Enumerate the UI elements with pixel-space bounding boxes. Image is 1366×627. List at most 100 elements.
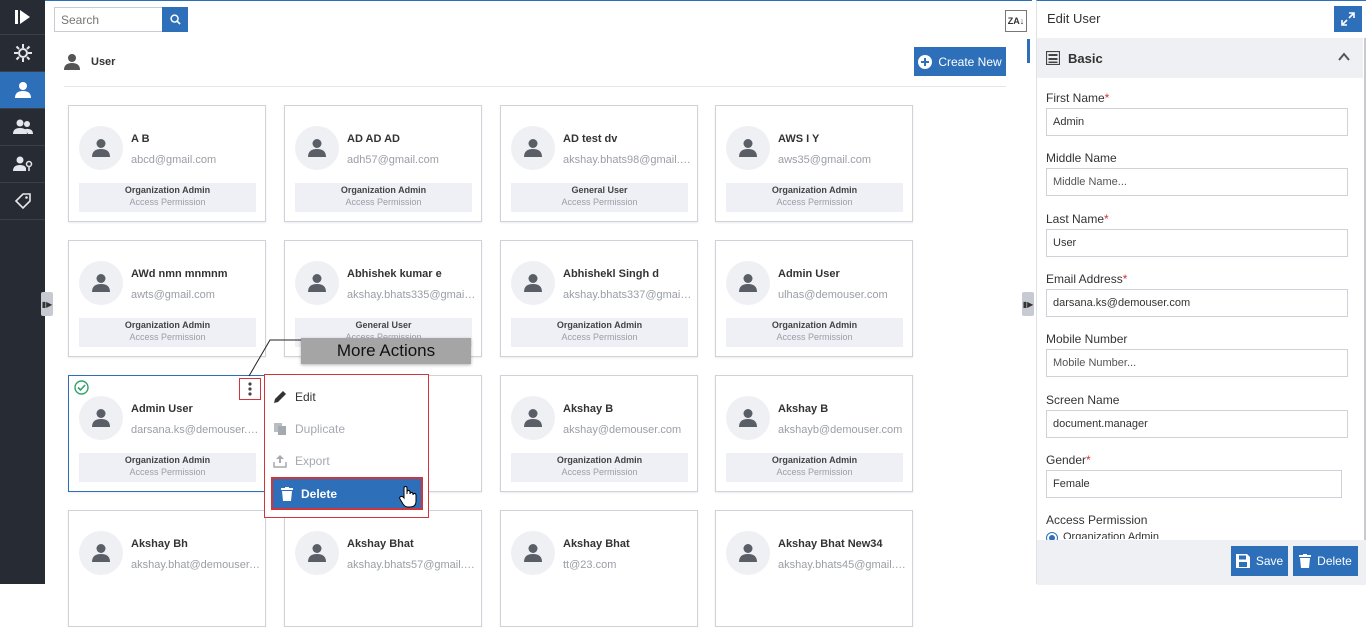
create-new-label: Create New — [938, 54, 1002, 69]
left-sidebar — [0, 0, 45, 584]
save-icon — [1235, 554, 1250, 568]
scrollbar[interactable] — [1027, 39, 1030, 63]
trash-icon — [1299, 554, 1312, 568]
role-badge: Organization Admin Access Permission — [726, 183, 903, 212]
delete-button[interactable]: Delete — [1293, 546, 1358, 576]
user-name: Akshay Bhat — [563, 538, 630, 550]
field-input[interactable] — [1046, 289, 1348, 317]
user-email: akshay.bhats337@gmail.com — [563, 289, 693, 301]
user-name: AWd nmn mnmnm — [131, 268, 228, 280]
avatar-user-icon — [524, 409, 542, 427]
collapse-sidebar-toggle[interactable]: ▮▶ — [41, 292, 53, 316]
access-label: Access Permission — [129, 332, 206, 342]
user-card[interactable]: AD AD AD adh57@gmail.com Organization Admi… — [284, 105, 482, 222]
user-card[interactable]: AWd nmn mnmnm awts@gmail.com Organization … — [68, 240, 266, 357]
avatar-user-icon — [739, 139, 757, 157]
field-label-text: Last Name — [1046, 212, 1105, 226]
role-label: General User — [571, 185, 628, 195]
role-label: Organization Admin — [124, 455, 211, 465]
user-card[interactable]: Abhishekl Singh d akshay.bhats337@gmail.c… — [500, 240, 698, 357]
save-label: Save — [1255, 554, 1284, 568]
search-button[interactable] — [162, 7, 188, 32]
field-label: Mobile Number — [1046, 332, 1127, 346]
users-icon[interactable] — [0, 109, 45, 146]
save-button[interactable]: Save — [1231, 546, 1288, 576]
user-card[interactable]: Akshay Bhat akshay.bhats57@gmail.com — [284, 510, 482, 627]
user-email: akshay.bhat@demouser.com — [131, 559, 261, 571]
role-badge: Organization Admin Access Permission — [726, 453, 903, 482]
avatar-user-icon — [308, 544, 326, 562]
user-card[interactable]: Admin User darsana.ks@demouser.com Organiz… — [68, 375, 266, 492]
create-new-button[interactable]: Create New — [914, 47, 1006, 76]
user-icon[interactable] — [0, 72, 45, 109]
export-icon — [273, 455, 287, 468]
role-label: Organization Admin — [124, 185, 211, 195]
field-input[interactable] — [1046, 108, 1348, 136]
avatar — [295, 126, 339, 170]
field-label: First Name* — [1046, 91, 1109, 105]
avatar — [79, 396, 123, 440]
access-label: Access Permission — [776, 197, 853, 207]
user-card[interactable]: Akshay B akshayb@demouser.com Organization… — [715, 375, 913, 492]
avatar-user-icon — [524, 139, 542, 157]
logo-icon[interactable] — [0, 0, 45, 35]
menu-item-duplicate[interactable]: Duplicate — [273, 415, 345, 443]
role-label: Organization Admin — [556, 320, 643, 330]
collapse-arrow-icon: ▮▶ — [41, 299, 53, 309]
edit-user-panel: Edit User Basic First Name*Middle NameLa… — [1036, 0, 1366, 585]
menu-item-delete[interactable]: Delete — [271, 477, 423, 510]
avatar — [511, 531, 555, 575]
section-title: Basic — [1068, 50, 1103, 66]
user-name: Admin User — [778, 268, 840, 280]
menu-item-label: Delete — [301, 486, 338, 501]
required-marker: * — [1104, 212, 1109, 226]
role-badge: General User Access Permission — [511, 183, 688, 212]
required-marker: * — [1122, 272, 1128, 286]
expand-icon — [1341, 12, 1355, 26]
section-basic-header[interactable]: Basic — [1037, 38, 1363, 78]
expand-button[interactable] — [1334, 6, 1362, 32]
user-card[interactable]: Akshay B akshay@demouser.com Organization … — [500, 375, 698, 492]
role-badge: Organization Admin Access Permission — [79, 183, 256, 212]
menu-item-export[interactable]: Export — [273, 447, 330, 475]
avatar-user-icon — [739, 409, 757, 427]
role-label: Organization Admin — [771, 455, 858, 465]
user-email: akshay.bhats335@gmail.com — [347, 289, 477, 301]
user-card[interactable]: Admin User ulhas@demouser.com Organization… — [715, 240, 913, 357]
search-input[interactable] — [54, 7, 162, 32]
role-label: Organization Admin — [771, 185, 858, 195]
tag-icon[interactable] — [0, 183, 45, 220]
field-label: Email Address* — [1046, 272, 1127, 286]
access-label: Access Permission — [561, 332, 638, 342]
user-email: akshay.bhats98@gmail.com — [563, 154, 693, 166]
user-name: Abhishekl Singh d — [563, 268, 659, 280]
user-key-icon[interactable] — [0, 146, 45, 183]
settings-icon[interactable] — [0, 35, 45, 72]
user-card[interactable]: A B abcd@gmail.com Organization Admin Acces… — [68, 105, 266, 222]
field-label-text: Email Address — [1046, 272, 1123, 286]
user-email: akshay@demouser.com — [563, 424, 682, 436]
user-card[interactable]: Akshay Bh akshay.bhat@demouser.com — [68, 510, 266, 627]
user-card[interactable]: Akshay Bhat New34 akshay.bhats45@gmail.co… — [715, 510, 913, 627]
menu-item-edit[interactable]: Edit — [273, 383, 316, 411]
sort-button[interactable]: ZA↓ — [1005, 10, 1027, 32]
access-radio-label: Organization Admin — [1063, 531, 1159, 539]
user-name: Akshay B — [563, 403, 614, 415]
user-email: akshay.bhats45@gmail.com — [778, 559, 908, 571]
more-actions-button[interactable] — [239, 378, 261, 400]
access-label: Access Permission — [561, 467, 638, 477]
field-input[interactable] — [1046, 410, 1348, 438]
role-label: General User — [355, 320, 412, 330]
field-label-text: First Name — [1046, 91, 1105, 105]
field-input[interactable] — [1046, 349, 1348, 377]
search-icon — [169, 14, 181, 25]
user-card[interactable]: AD test dv akshay.bhats98@gmail.com Genera… — [500, 105, 698, 222]
field-input[interactable] — [1046, 168, 1348, 196]
user-card[interactable]: AWS I Y aws35@gmail.com Organization Admin… — [715, 105, 913, 222]
user-card[interactable]: Akshay Bhat tt@23.com — [500, 510, 698, 627]
field-input[interactable] — [1046, 470, 1342, 498]
field-input[interactable] — [1046, 229, 1348, 257]
menu-item-label: Edit — [295, 390, 316, 404]
access-label: Access Permission — [129, 197, 206, 207]
collapse-panel-toggle[interactable]: ▮▶ — [1022, 292, 1034, 316]
